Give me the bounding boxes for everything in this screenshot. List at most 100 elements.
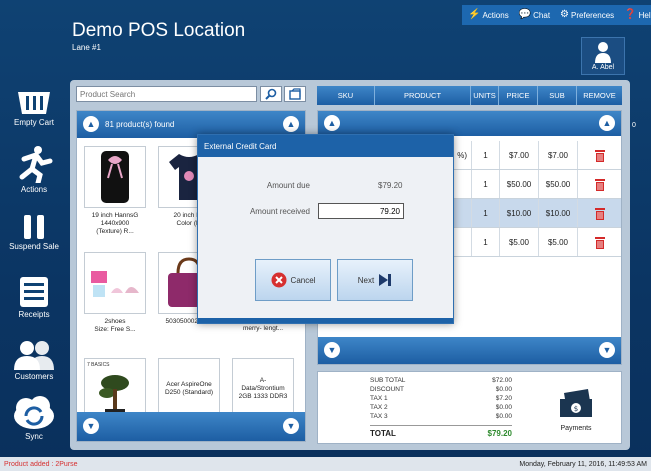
chat-label: Chat <box>533 10 551 20</box>
user-name: A. Abel <box>591 64 615 71</box>
subtotal-label: SUB TOTAL <box>370 377 406 384</box>
shoes-image <box>91 271 139 297</box>
cancel-label: Cancel <box>290 275 316 285</box>
arrow-up-icon: ▲ <box>86 119 96 129</box>
remove-item-button[interactable] <box>578 141 621 169</box>
side-counter: 0 <box>632 122 636 129</box>
gear-icon: ⚙ <box>560 9 570 20</box>
actions-nav-button[interactable]: Actions <box>6 145 62 194</box>
product-scroll-up-button[interactable]: ▲ <box>283 116 299 132</box>
amount-received-input[interactable] <box>318 203 404 219</box>
preferences-button[interactable]: ⚙ Preferences <box>557 7 617 23</box>
column-remove: REMOVE <box>583 91 616 100</box>
status-message: Product added : 2Purse <box>4 460 78 468</box>
running-person-icon <box>19 146 53 183</box>
payments-label: Payments <box>560 425 592 432</box>
actions-button[interactable]: ⚡ Actions <box>465 7 512 23</box>
tax1-value: $7.20 <box>495 395 512 402</box>
receipts-button[interactable]: Receipts <box>6 276 62 319</box>
total-line: TOTAL $79.20 <box>370 429 512 438</box>
help-label: Help <box>638 10 651 20</box>
product-tile[interactable]: 19 inch HannsG 1440x900 (Texture) R... <box>84 146 146 236</box>
arrow-down-icon: ▼ <box>327 345 337 355</box>
help-icon: ❓ <box>624 9 637 20</box>
tax2-line: TAX 2 $0.00 <box>370 404 512 411</box>
cart-page-up-button[interactable]: ▲ <box>324 115 340 131</box>
pos-app: Demo POS Location Lane #1 ⚡ Actions 💬 Ch… <box>0 0 651 471</box>
product-scroll-down-button[interactable]: ▼ <box>283 418 299 434</box>
chat-button[interactable]: 💬 Chat <box>516 7 553 23</box>
discount-label: DISCOUNT <box>370 386 404 393</box>
product-thumbnail <box>84 252 146 314</box>
column-product: PRODUCT <box>375 86 471 105</box>
thumbnail-caption: 7 BASICS <box>87 362 110 368</box>
next-label: Next <box>357 275 375 285</box>
total-value: $79.20 <box>487 429 512 438</box>
amount-due-value: $79.20 <box>378 181 403 190</box>
external-credit-card-dialog: External Credit Card Amount due $79.20 A… <box>197 134 454 324</box>
cart-page-down-button[interactable]: ▼ <box>324 342 340 358</box>
tax2-label: TAX 2 <box>370 404 388 411</box>
cart-price: $10.00 <box>500 199 539 227</box>
receipts-label: Receipts <box>18 310 50 319</box>
cart-price: $5.00 <box>500 228 539 256</box>
subtotal-line: SUB TOTAL $72.00 <box>370 377 512 384</box>
arrow-down-icon: ▼ <box>602 345 612 355</box>
product-page-up-button[interactable]: ▲ <box>83 116 99 132</box>
arrow-down-icon: ▼ <box>286 421 296 431</box>
remove-item-button[interactable] <box>578 170 621 198</box>
cancel-icon <box>271 272 287 288</box>
pause-icon <box>24 215 44 239</box>
new-product-button[interactable] <box>284 86 306 102</box>
empty-cart-button[interactable]: Empty Cart <box>6 90 62 127</box>
cart-scroll-down-button[interactable]: ▼ <box>599 342 615 358</box>
search-icon <box>265 88 277 100</box>
empty-cart-label: Empty Cart <box>13 118 54 127</box>
amount-due-label: Amount due <box>266 181 310 190</box>
column-units: UNITS <box>471 86 499 105</box>
sync-label: Sync <box>25 432 43 441</box>
user-button[interactable]: A. Abel <box>581 37 625 75</box>
totals-panel: SUB TOTAL $72.00 DISCOUNT $0.00 TAX 1 $7… <box>317 371 622 444</box>
product-search-input[interactable] <box>76 86 257 102</box>
payments-button[interactable]: $ Payments <box>554 387 598 432</box>
product-name-line: 2shoes <box>104 318 126 325</box>
tax3-line: TAX 3 $0.00 <box>370 413 512 420</box>
remove-item-button[interactable] <box>578 199 621 227</box>
cart-units: 1 <box>472 228 500 256</box>
bonsai-tree-image <box>99 375 129 414</box>
suspend-sale-button[interactable]: Suspend Sale <box>6 214 62 251</box>
chat-icon: 💬 <box>518 9 532 20</box>
discount-line: DISCOUNT $0.00 <box>370 386 512 393</box>
cart-scroll-up-button[interactable]: ▲ <box>599 115 615 131</box>
customers-icon <box>14 341 54 370</box>
total-label: TOTAL <box>370 429 396 438</box>
cart-bottom-bar: ▼ ▼ <box>318 337 621 364</box>
trash-icon <box>594 207 605 220</box>
search-button[interactable] <box>260 86 282 102</box>
user-avatar-icon <box>595 42 611 63</box>
actions-label: Actions <box>482 10 509 20</box>
product-tile[interactable]: 2shoes Size: Free S... <box>84 252 146 334</box>
next-button[interactable]: Next <box>337 259 413 301</box>
arrow-up-icon: ▲ <box>327 118 337 128</box>
cash-icon: $ <box>560 389 592 417</box>
subtotal-value: $72.00 <box>492 377 512 384</box>
trash-icon <box>594 178 605 191</box>
cart-sub: $10.00 <box>539 199 578 227</box>
sync-button[interactable]: Sync <box>6 396 62 441</box>
column-sub: SUB <box>538 86 577 105</box>
arrow-down-icon: ▼ <box>86 421 96 431</box>
cart-units: 1 <box>472 170 500 198</box>
status-datetime: Monday, February 11, 2016, 11:49:53 AM <box>519 460 647 468</box>
product-page-down-button[interactable]: ▼ <box>83 418 99 434</box>
top-toolbar: ⚡ Actions 💬 Chat ⚙ Preferences ❓ Help <box>462 5 651 25</box>
remove-item-button[interactable] <box>578 228 621 256</box>
product-thumbnail: 7 BASICS <box>84 358 146 420</box>
product-name-line: 2GB 1333 DDR3 <box>238 393 288 400</box>
customers-button[interactable]: Customers <box>6 340 62 381</box>
help-button[interactable]: ❓ Help <box>621 7 651 23</box>
cancel-button[interactable]: Cancel <box>255 259 331 301</box>
cart-price: $50.00 <box>500 170 539 198</box>
preferences-label: Preferences <box>571 10 615 20</box>
